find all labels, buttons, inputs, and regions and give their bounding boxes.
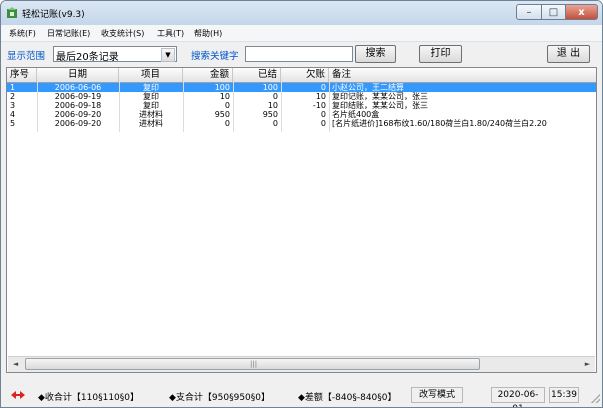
status-date: 2020-06-01 — [491, 387, 545, 407]
cell-amount: 950 — [214, 110, 230, 119]
col-header-settled[interactable]: 已结 — [233, 68, 281, 82]
cell-no: 4 — [10, 110, 16, 119]
cell-owed: 0 — [320, 119, 326, 128]
cell-date: 2006-09-20 — [54, 119, 102, 128]
balance-difference: ◆差额【-840§-840§0】 — [298, 393, 397, 403]
cell-item: 进材料 — [139, 110, 163, 119]
range-label: 显示范围 — [7, 51, 46, 62]
menu-help[interactable]: 帮助(H) — [194, 28, 222, 39]
search-input[interactable] — [245, 46, 353, 62]
cell-amount: 0 — [224, 101, 230, 110]
maximize-button[interactable]: □ — [541, 4, 566, 20]
cell-note: [名片纸进价]168布纹1.60/180荷兰白1.80/240荷兰白2.20 — [332, 119, 547, 128]
status-time: 15:39 — [549, 387, 579, 403]
column-separator — [281, 82, 282, 132]
table-header: 序号 日期 项目 金额 已结 欠账 备注 — [7, 68, 596, 83]
scroll-thumb[interactable]: ||| — [25, 358, 480, 370]
records-table[interactable]: 序号 日期 项目 金额 已结 欠账 备注 1 2006-06-06 复印 100 100… — [6, 67, 597, 373]
cell-no: 1 — [10, 83, 16, 92]
app-icon — [7, 7, 17, 18]
cell-note: 复印记账，某某公司，张三 — [332, 92, 428, 101]
print-button[interactable]: 打印 — [419, 45, 462, 63]
column-separator — [329, 82, 330, 132]
search-button[interactable]: 搜索 — [355, 45, 396, 63]
col-header-owed[interactable]: 欠账 — [281, 68, 329, 82]
cell-no: 3 — [10, 101, 16, 110]
cell-settled: 10 — [267, 101, 278, 110]
cell-note: 名片纸400盒 — [332, 110, 380, 119]
status-bar: ◆收合计【110§110§0】 ◆支合计【950§950§0】 ◆差额【-840… — [1, 385, 602, 407]
cell-settled: 0 — [272, 119, 278, 128]
toolbar: 显示范围 最后20条记录 ▼ 搜索关键字 搜索 打印 退 出 — [1, 42, 602, 66]
col-header-item[interactable]: 项目 — [119, 68, 183, 82]
col-header-no[interactable]: 序号 — [7, 68, 37, 82]
cell-amount: 100 — [214, 83, 230, 92]
cell-item: 复印 — [143, 92, 159, 101]
cell-owed: 0 — [320, 110, 326, 119]
title-bar[interactable]: 轻松记账(v9.3) – □ x — [1, 1, 602, 25]
cell-no: 2 — [10, 92, 16, 101]
cell-owed: -10 — [312, 101, 326, 110]
cell-note: 小赵公司，王二结算 — [332, 83, 404, 92]
app-window: 轻松记账(v9.3) – □ x 系统(F) 日常记账(E) 收支统计(S) 工… — [0, 0, 603, 408]
cell-settled: 100 — [262, 83, 278, 92]
cell-note: 复印结账，某某公司，张三 — [332, 101, 428, 110]
cell-amount: 10 — [219, 92, 230, 101]
scroll-right-icon[interactable]: ► — [580, 357, 595, 372]
menu-system[interactable]: 系统(F) — [9, 28, 36, 39]
cell-date: 2006-06-06 — [54, 83, 102, 92]
column-separator — [119, 82, 120, 132]
scroll-left-icon[interactable]: ◄ — [8, 357, 23, 372]
col-header-note[interactable]: 备注 — [329, 68, 596, 82]
column-separator — [183, 82, 184, 132]
menu-daily-accounting[interactable]: 日常记账(E) — [47, 28, 90, 39]
cell-item: 进材料 — [139, 119, 163, 128]
cell-owed: 0 — [320, 83, 326, 92]
exit-button[interactable]: 退 出 — [547, 45, 590, 63]
range-select-value: 最后20条记录 — [56, 52, 119, 63]
cell-no: 5 — [10, 119, 16, 128]
cell-settled: 950 — [262, 110, 278, 119]
menu-tools[interactable]: 工具(T) — [157, 28, 184, 39]
cell-owed: 10 — [315, 92, 326, 101]
col-header-date[interactable]: 日期 — [37, 68, 119, 82]
cell-date: 2006-09-20 — [54, 110, 102, 119]
table-row[interactable]: 2 2006-09-19 复印 10 0 10 复印记账，某某公司，张三 — [7, 92, 596, 101]
cell-item: 复印 — [143, 83, 159, 92]
col-header-amount[interactable]: 金额 — [183, 68, 233, 82]
range-select[interactable]: 最后20条记录 ▼ — [53, 46, 177, 63]
menu-statistics[interactable]: 收支统计(S) — [101, 28, 144, 39]
resize-grip[interactable] — [591, 394, 600, 403]
cell-settled: 0 — [272, 92, 278, 101]
minimize-button[interactable]: – — [516, 4, 542, 20]
column-separator — [37, 82, 38, 132]
edit-mode: 改写模式 — [411, 387, 463, 403]
left-right-arrow-icon[interactable] — [11, 390, 25, 400]
menu-bar: 系统(F) 日常记账(E) 收支统计(S) 工具(T) 帮助(H) — [1, 25, 602, 42]
close-button[interactable]: x — [565, 4, 598, 20]
cell-date: 2006-09-18 — [54, 101, 102, 110]
table-row[interactable]: 1 2006-06-06 复印 100 100 0 小赵公司，王二结算 — [7, 83, 596, 92]
grip-icon: ||| — [250, 360, 258, 368]
table-row[interactable]: 5 2006-09-20 进材料 0 0 0 [名片纸进价]168布纹1.60/180荷兰白… — [7, 119, 596, 128]
search-label: 搜索关键字 — [191, 51, 239, 62]
horizontal-scrollbar[interactable]: ◄ ||| ► — [8, 356, 595, 372]
income-total: ◆收合计【110§110§0】 — [38, 393, 140, 403]
window-title: 轻松记账(v9.3) — [22, 10, 85, 20]
chevron-down-icon[interactable]: ▼ — [161, 48, 175, 62]
cell-amount: 0 — [224, 119, 230, 128]
expense-total: ◆支合计【950§950§0】 — [169, 393, 271, 403]
column-separator — [233, 82, 234, 132]
table-row[interactable]: 4 2006-09-20 进材料 950 950 0 名片纸400盒 — [7, 110, 596, 119]
cell-item: 复印 — [143, 101, 159, 110]
cell-date: 2006-09-19 — [54, 92, 102, 101]
table-row[interactable]: 3 2006-09-18 复印 0 10 -10 复印结账，某某公司，张三 — [7, 101, 596, 110]
